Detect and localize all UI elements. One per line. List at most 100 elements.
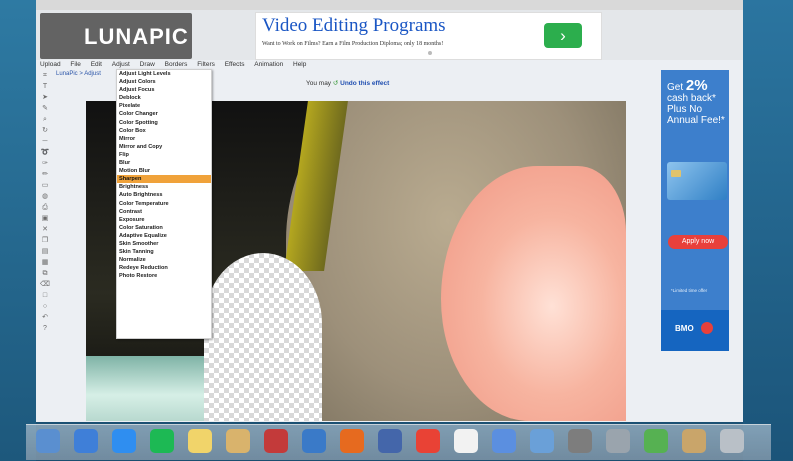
square-icon[interactable]: □ <box>40 291 50 300</box>
lunapic-logo[interactable]: LUNAPIC <box>40 13 192 59</box>
adjust-menu-item[interactable]: Skin Smoother <box>117 240 211 248</box>
adjust-menu-item[interactable]: Blur <box>117 159 211 167</box>
arrow-icon[interactable]: ➤ <box>40 93 50 102</box>
calendar-icon[interactable] <box>454 429 478 453</box>
adjust-menu-item[interactable]: Brightness <box>117 183 211 191</box>
copy-icon[interactable]: ❐ <box>40 236 50 245</box>
text-tool-icon[interactable]: T <box>40 82 50 91</box>
adjust-menu-item[interactable]: Pixelate <box>117 102 211 110</box>
ad-title[interactable]: Video Editing Programs <box>262 15 446 37</box>
side-ad-line1: Get <box>667 82 684 93</box>
menu-filters[interactable]: Filters <box>197 61 215 68</box>
undo-effect-link[interactable]: Undo this effect <box>340 80 389 87</box>
layers-icon[interactable]: ▤ <box>40 247 50 256</box>
transparent-region <box>204 253 322 421</box>
crop-icon[interactable]: ⌗ <box>40 71 50 80</box>
shape-icon[interactable]: ▭ <box>40 181 50 190</box>
side-ad-line3: Plus No <box>667 104 703 115</box>
preview-icon[interactable] <box>530 429 554 453</box>
menu-animation[interactable]: Animation <box>254 61 283 68</box>
photo-icon[interactable] <box>264 429 288 453</box>
adjust-menu-item[interactable]: Color Saturation <box>117 224 211 232</box>
evernote-icon[interactable] <box>644 429 668 453</box>
settings-icon[interactable] <box>606 429 630 453</box>
folder-icon[interactable] <box>226 429 250 453</box>
adjust-menu-item[interactable]: Adjust Colors <box>117 78 211 86</box>
close-icon[interactable]: ✕ <box>40 225 50 234</box>
adjust-menu-item[interactable]: Motion Blur <box>117 167 211 175</box>
undo-icon-small: ↺ <box>332 80 339 87</box>
lasso-icon[interactable]: ➰ <box>40 148 50 157</box>
adjust-menu-item[interactable]: Sharpen <box>117 175 211 184</box>
print-icon[interactable]: ⎙ <box>40 203 50 212</box>
pen-icon[interactable] <box>378 429 402 453</box>
image-editor-icon[interactable] <box>302 429 326 453</box>
adjust-menu-item[interactable]: Contrast <box>117 208 211 216</box>
adjust-menu-item[interactable]: Redeye Reduction <box>117 264 211 272</box>
adjust-menu-item[interactable]: Skin Tanning <box>117 248 211 256</box>
eraser-icon[interactable]: ⌫ <box>40 280 50 289</box>
spotify-icon[interactable] <box>150 429 174 453</box>
help-icon[interactable]: ? <box>40 324 50 333</box>
adjust-menu-item[interactable]: Mirror <box>117 135 211 143</box>
top-ad-banner[interactable]: Video Editing Programs Want to Work on F… <box>255 12 602 60</box>
circle-icon[interactable]: ○ <box>40 302 50 311</box>
adjust-menu-item[interactable]: Color Spotting <box>117 119 211 127</box>
eyedropper-icon[interactable]: ✑ <box>40 159 50 168</box>
adjust-menu-item[interactable]: Adjust Focus <box>117 86 211 94</box>
menu-upload[interactable]: Upload <box>40 61 61 68</box>
adjust-menu-item[interactable]: Photo Restore <box>117 272 211 280</box>
breadcrumb[interactable]: LunaPic > Adjust <box>56 71 101 77</box>
adjust-menu-item[interactable]: Exposure <box>117 216 211 224</box>
side-ad-line2: cash back* <box>667 93 716 104</box>
brush-icon[interactable]: ✎ <box>40 104 50 113</box>
menu-adjust[interactable]: Adjust <box>112 61 130 68</box>
fill-icon[interactable]: ◍ <box>40 192 50 201</box>
adjust-menu-item[interactable]: Color Changer <box>117 110 211 118</box>
apply-now-button[interactable]: Apply now <box>668 235 728 249</box>
menu-borders[interactable]: Borders <box>165 61 188 68</box>
moon-logo-icon <box>49 19 66 53</box>
ad-indicator <box>428 51 432 55</box>
network-icon[interactable] <box>492 429 516 453</box>
magnify-icon[interactable]: ⌕ <box>40 115 50 124</box>
finder-icon[interactable] <box>36 429 60 453</box>
adjust-menu-item[interactable]: Deblock <box>117 94 211 102</box>
adjust-menu-item[interactable]: Color Box <box>117 127 211 135</box>
adjust-menu-item[interactable]: Color Temperature <box>117 200 211 208</box>
photos-icon[interactable] <box>682 429 706 453</box>
chrome-icon[interactable] <box>416 429 440 453</box>
adjust-menu-item[interactable]: Adjust Light Levels <box>117 70 211 78</box>
rotate-icon[interactable]: ↻ <box>40 126 50 135</box>
undo-notice: You may ↺ Undo this effect <box>306 79 389 87</box>
menu-file[interactable]: File <box>70 61 80 68</box>
pencil-icon[interactable]: ✏ <box>40 170 50 179</box>
menu-effects[interactable]: Effects <box>225 61 245 68</box>
firefox-icon[interactable] <box>340 429 364 453</box>
adjust-menu-item[interactable]: Mirror and Copy <box>117 143 211 151</box>
menu-help[interactable]: Help <box>293 61 306 68</box>
side-ad-panel[interactable]: Get 2% cash back* Plus No Annual Fee!* A… <box>661 70 729 351</box>
adjust-menu-item[interactable]: Flip <box>117 151 211 159</box>
menu-edit[interactable]: Edit <box>91 61 102 68</box>
bmo-brand-band: BMO <box>661 310 729 351</box>
menu-draw[interactable]: Draw <box>140 61 155 68</box>
bmo-logo-icon <box>701 322 713 334</box>
adjust-menu-item[interactable]: Auto Brightness <box>117 191 211 199</box>
appstore-icon[interactable] <box>112 429 136 453</box>
notes-icon[interactable] <box>188 429 212 453</box>
undo-icon[interactable]: ↶ <box>40 313 50 322</box>
trash-icon[interactable] <box>720 429 744 453</box>
side-ad-highlight: 2% <box>685 77 708 94</box>
safari-icon[interactable] <box>74 429 98 453</box>
adjust-menu-item[interactable]: Adaptive Equalize <box>117 232 211 240</box>
desktop-background-left <box>0 0 36 461</box>
app-icon[interactable] <box>568 429 592 453</box>
film-icon[interactable]: ▦ <box>40 258 50 267</box>
undo-notice-prefix: You may <box>306 80 332 87</box>
ad-go-button[interactable]: › <box>544 23 582 48</box>
adjust-menu-item[interactable]: Normalize <box>117 256 211 264</box>
save-icon[interactable]: ▣ <box>40 214 50 223</box>
transform-icon[interactable]: ⧉ <box>40 269 50 278</box>
line-icon[interactable]: ─ <box>40 137 50 146</box>
